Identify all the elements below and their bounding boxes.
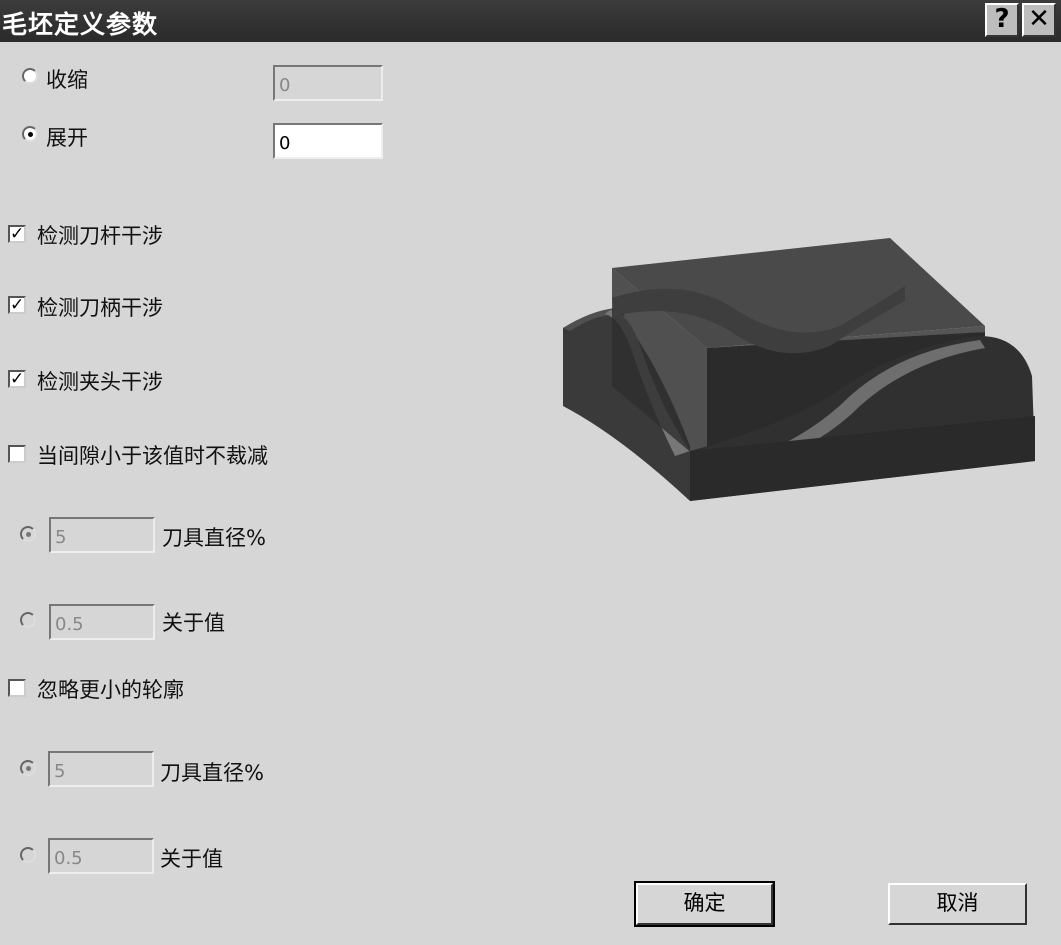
check-chuck[interactable]: ✓ (8, 370, 26, 388)
gap-pct-radio[interactable] (20, 526, 36, 542)
radio-dot (26, 766, 31, 771)
gap-abs-label: 关于值 (162, 611, 225, 635)
ignore-abs-label: 关于值 (160, 847, 223, 871)
ignore-abs-input[interactable]: 0.5 (48, 838, 154, 874)
ok-button[interactable]: 确定 (634, 881, 775, 927)
gap-pct-label: 刀具直径% (162, 526, 266, 550)
check-shank-label: 检测刀杆干涉 (37, 224, 163, 248)
shrink-radio[interactable] (22, 68, 38, 84)
ignore-pct-label: 刀具直径% (160, 761, 264, 785)
radio-dot (28, 132, 33, 137)
cancel-button[interactable]: 取消 (888, 883, 1027, 925)
close-button[interactable]: ✕ (1022, 3, 1056, 37)
ignore-pct-radio[interactable] (20, 760, 36, 776)
ignore-abs-radio[interactable] (20, 847, 36, 863)
title-bar: 毛坯定义参数 ? ✕ (0, 0, 1061, 42)
shrink-input[interactable]: 0 (273, 65, 383, 101)
check-ignore-label: 忽略更小的轮廓 (37, 678, 184, 702)
gap-abs-input[interactable]: 0.5 (49, 604, 155, 640)
shrink-label: 收缩 (46, 68, 88, 92)
check-gap[interactable] (8, 445, 26, 463)
expand-radio[interactable] (22, 126, 38, 142)
check-holder[interactable]: ✓ (8, 296, 26, 314)
gap-abs-radio[interactable] (20, 612, 36, 628)
check-ignore[interactable] (8, 679, 26, 697)
check-chuck-label: 检测夹头干涉 (37, 370, 163, 394)
help-button[interactable]: ? (985, 3, 1019, 37)
ignore-pct-input[interactable]: 5 (48, 751, 154, 787)
check-shank[interactable]: ✓ (8, 225, 26, 243)
radio-dot (26, 532, 31, 537)
expand-label: 展开 (46, 126, 88, 150)
check-gap-label: 当间隙小于该值时不裁减 (37, 444, 268, 468)
gap-pct-input[interactable]: 5 (49, 517, 155, 553)
expand-input[interactable]: 0 (273, 123, 383, 159)
check-holder-label: 检测刀柄干涉 (37, 296, 163, 320)
dialog-title: 毛坯定义参数 (2, 10, 159, 39)
stock-preview-illustration (563, 238, 1035, 501)
